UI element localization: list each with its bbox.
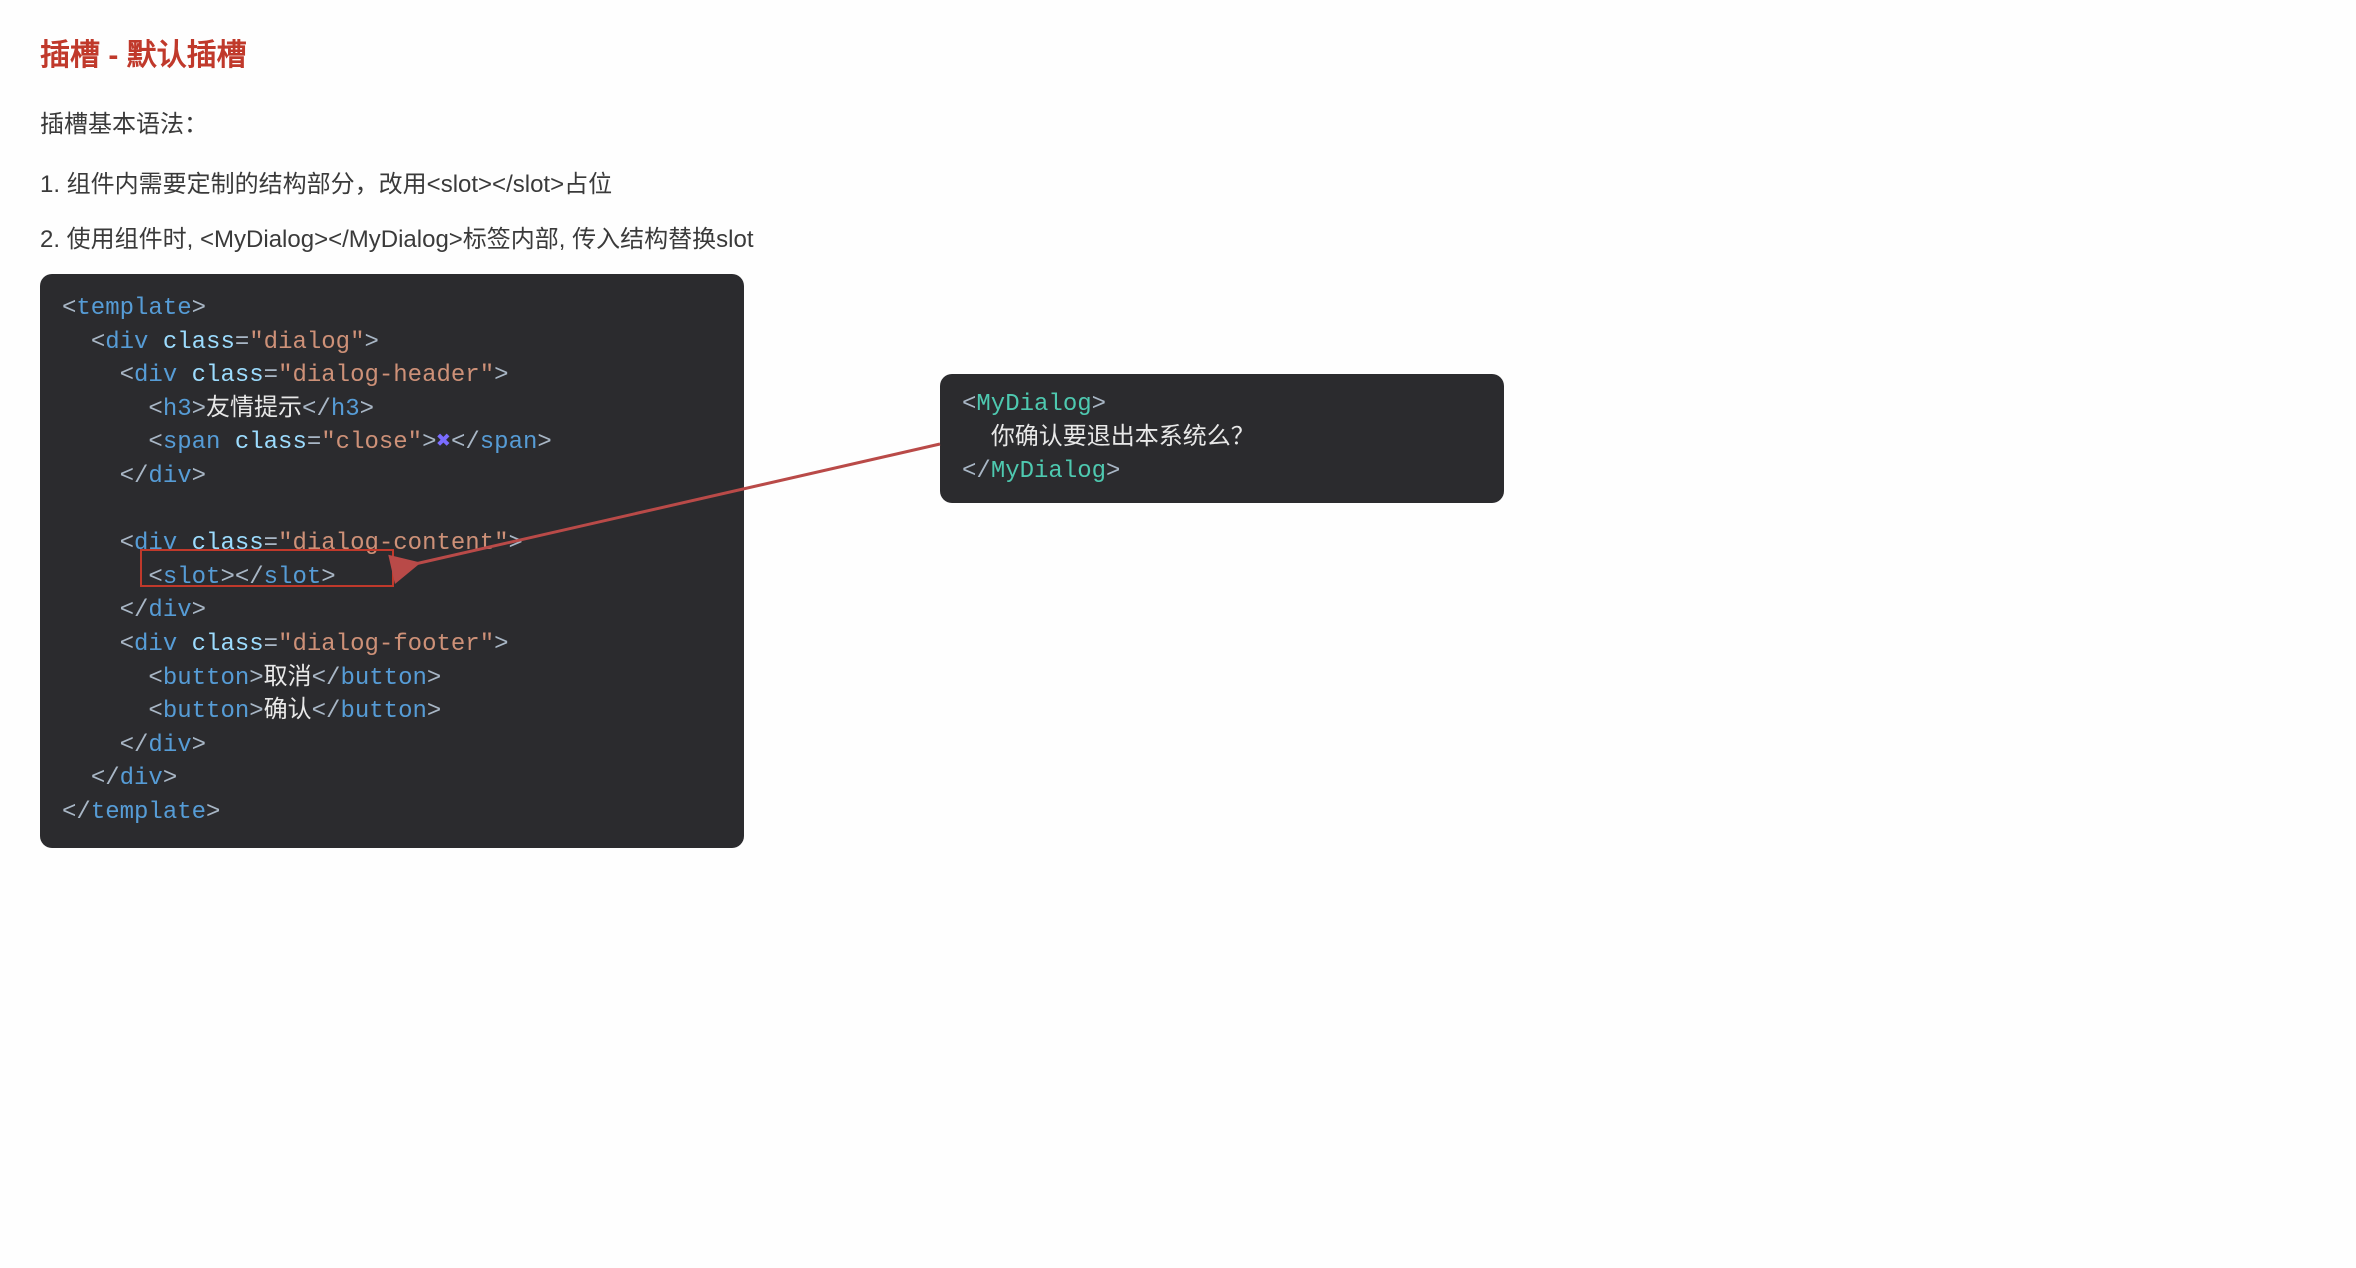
code-stage: <template> <div class="dialog"> <div cla… <box>40 274 2316 848</box>
code-block-right: <MyDialog> 你确认要退出本系统么？ </MyDialog> <box>940 374 1504 503</box>
close-icon: ✖ <box>437 429 451 456</box>
subtitle: 插槽基本语法： <box>40 104 2316 139</box>
list-item-1: 1. 组件内需要定制的结构部分，改用<slot></slot>占位 <box>40 164 2316 199</box>
list-item-2: 2. 使用组件时, <MyDialog></MyDialog>标签内部, 传入结… <box>40 219 2316 254</box>
code-block-left: <template> <div class="dialog"> <div cla… <box>40 274 744 848</box>
page-title: 插槽 - 默认插槽 <box>40 30 2316 74</box>
